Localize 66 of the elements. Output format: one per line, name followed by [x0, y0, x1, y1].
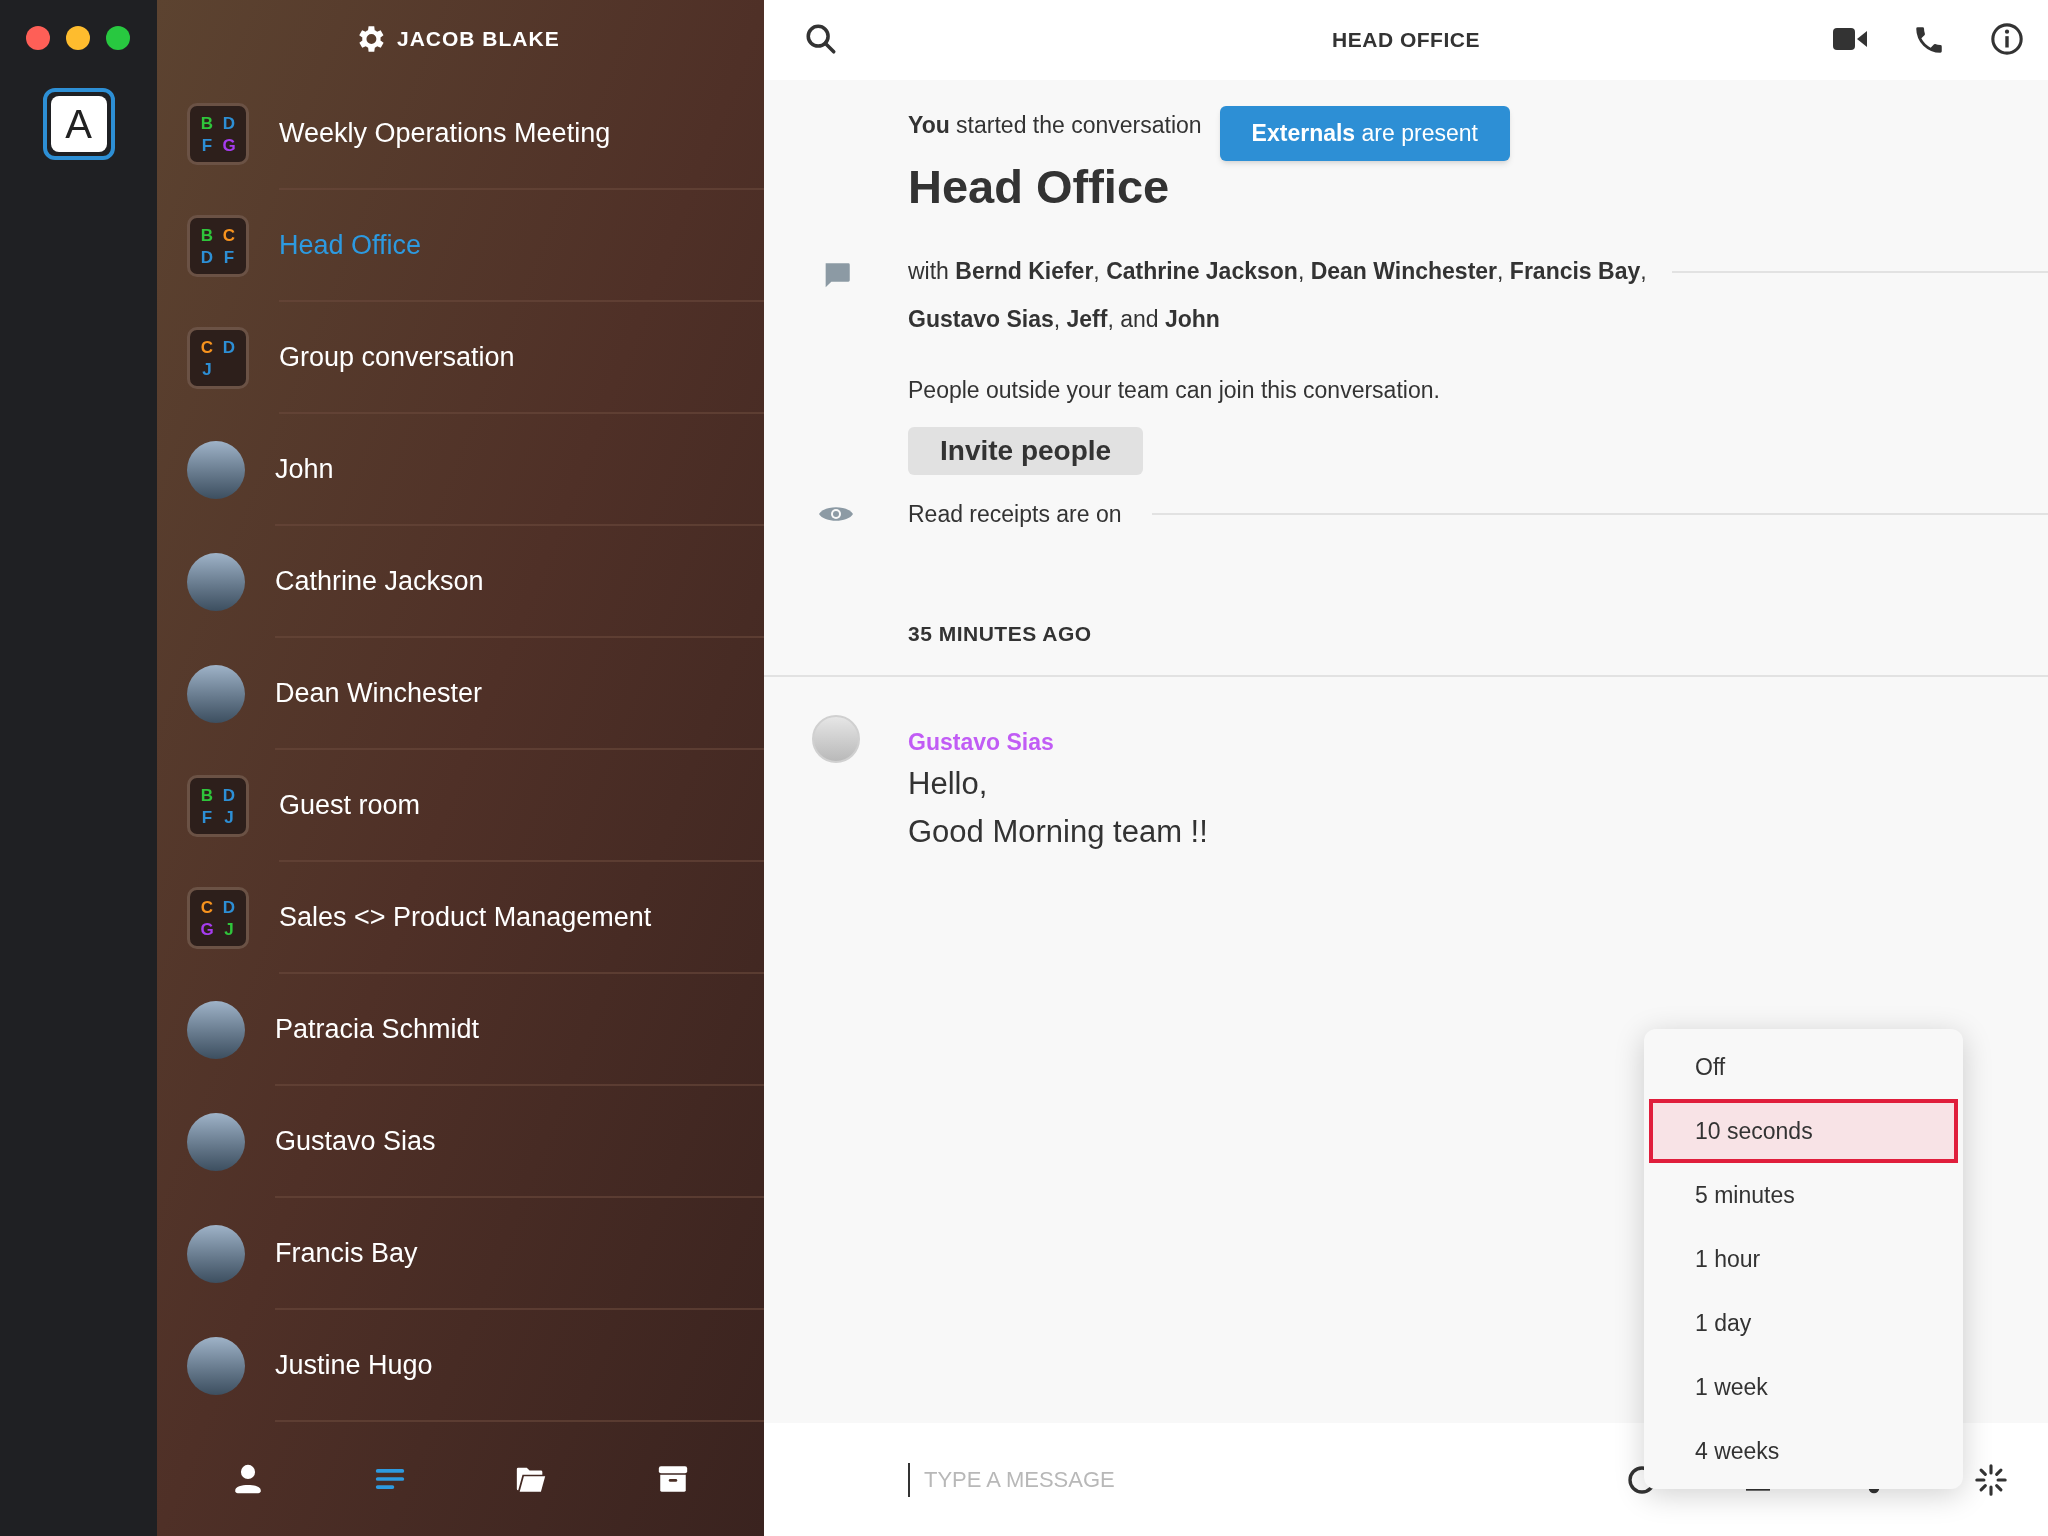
conversation-started-text: You started the conversation — [908, 111, 1202, 140]
avatar-initial: D — [221, 896, 237, 918]
avatar-initial: F — [200, 806, 214, 828]
info-icon[interactable] — [1990, 22, 2024, 56]
video-camera-icon[interactable] — [1832, 25, 1868, 53]
externals-badge: Externals are present — [1219, 106, 1510, 161]
avatar-initial: G — [199, 918, 215, 940]
invite-people-button[interactable]: Invite people — [908, 427, 1144, 475]
avatar-initial: B — [199, 112, 215, 134]
avatar-initial: C — [199, 896, 215, 918]
search-icon[interactable] — [804, 22, 838, 56]
timestamp: 35 MINUTES AGO — [907, 620, 1093, 647]
message-input[interactable]: TYPE A MESSAGE — [924, 1463, 1424, 1496]
avatar-initial: B — [199, 784, 215, 806]
close-window-icon[interactable] — [26, 26, 50, 50]
user-name: JACOB BLAKE — [397, 26, 560, 53]
participants-text: with Bernd Kiefer, Cathrine Jackson, Dean Winchester, Francis Bay, Gustavo Sias, Jeff, and John — [908, 256, 1648, 334]
avatar-initial: C — [221, 224, 237, 246]
conversation-name[interactable]: Dean Winchester — [275, 672, 483, 714]
conversation-name[interactable]: Sales <> Product Management — [279, 896, 652, 938]
avatar-initial: J — [201, 358, 213, 380]
avatar-photo — [187, 1001, 245, 1059]
conversation-name[interactable]: Group conversation — [279, 336, 515, 378]
avatar-initial: J — [223, 806, 235, 828]
conversation-name[interactable]: Francis Bay — [275, 1232, 418, 1274]
avatar-photo — [812, 715, 860, 763]
conversation-name[interactable]: Justine Hugo — [275, 1344, 433, 1386]
timer-option[interactable]: 5 minutes — [1649, 1163, 1958, 1227]
conversation-name[interactable]: Weekly Operations Meeting — [279, 112, 611, 154]
timer-option[interactable]: 1 week — [1649, 1355, 1958, 1419]
conversation-heading: Head Office — [907, 158, 1171, 215]
account-button[interactable]: A — [42, 88, 115, 160]
avatar-initial: F — [222, 246, 236, 268]
avatar-initial: G — [221, 134, 237, 156]
avatar-photo — [187, 1225, 245, 1283]
timer-option[interactable]: 1 hour — [1649, 1227, 1958, 1291]
avatar-photo — [187, 441, 245, 499]
avatar-initial: B — [199, 224, 215, 246]
conversation-name[interactable]: Gustavo Sias — [275, 1120, 436, 1162]
zoom-window-icon[interactable] — [106, 26, 130, 50]
message-text: Good Morning team !! — [908, 812, 1208, 851]
minimize-window-icon[interactable] — [66, 26, 90, 50]
notice-text: People outside your team can join this conversation. — [907, 375, 1441, 405]
timer-option[interactable]: 1 day — [1649, 1291, 1958, 1355]
timer-option[interactable]: 10 seconds — [1649, 1099, 1958, 1163]
avatar-initial: D — [221, 784, 237, 806]
avatar-photo — [187, 1113, 245, 1171]
conversation-name[interactable]: John — [275, 448, 334, 490]
avatar-initial: D — [221, 112, 237, 134]
avatar-initial: D — [199, 246, 215, 268]
read-receipts-text: Read receipts are on — [908, 500, 1122, 529]
avatar-initial: D — [221, 336, 237, 358]
burst-icon[interactable] — [1974, 1462, 2008, 1497]
avatar-initial: J — [223, 918, 235, 940]
avatar-photo — [187, 553, 245, 611]
timer-option[interactable]: Off — [1649, 1035, 1958, 1099]
avatar-initial: F — [200, 134, 214, 156]
conversation-title: HEAD OFFICE — [1332, 27, 1480, 54]
conversation-name[interactable]: Patracia Schmidt — [275, 1008, 480, 1050]
conversation-name[interactable]: Cathrine Jackson — [275, 560, 484, 602]
conversation-name[interactable]: Guest room — [279, 784, 421, 826]
timer-option[interactable]: 4 weeks — [1649, 1419, 1958, 1483]
avatar-initial: C — [199, 336, 215, 358]
avatar-photo — [187, 1337, 245, 1395]
avatar-photo — [187, 665, 245, 723]
message-text: Hello, — [908, 764, 989, 803]
